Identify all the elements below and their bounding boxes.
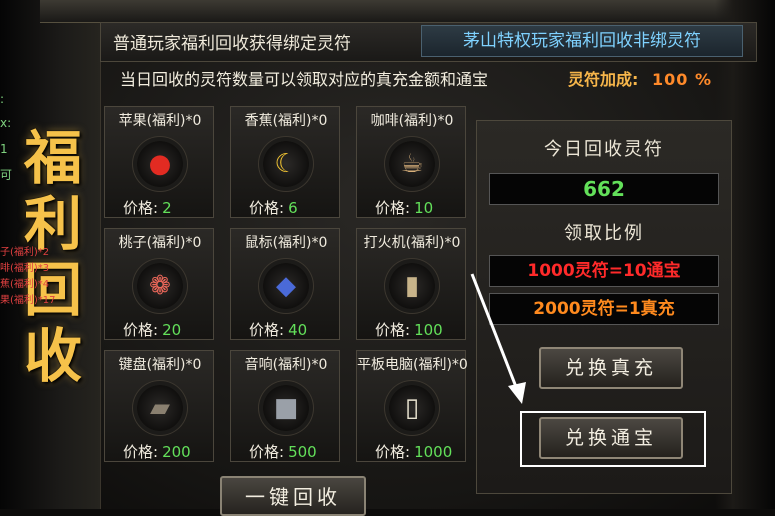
recycle-log: 子(福利)*2 啡(福利)*3 蕉(福利)*4 果(福利)*17 (0, 245, 80, 309)
item-name: 音响(福利)*0 (244, 357, 328, 373)
bonus-value: 100 % (652, 70, 712, 89)
banana-icon: ☾ (263, 141, 309, 187)
item-slot-peach[interactable]: 桃子(福利)*0 ❁ 价格: 20 (104, 228, 214, 340)
coffee-icon: ☕ (389, 141, 435, 187)
item-price: 价格: 2 (123, 199, 172, 217)
side-stat-1: : (0, 92, 5, 106)
item-slot-speaker[interactable]: 音响(福利)*0 ■ 价格: 500 (230, 350, 340, 462)
tablet-icon: ▯ (389, 385, 435, 431)
mouse-icon: ◆ (263, 263, 309, 309)
item-price: 价格: 10 (375, 199, 434, 217)
apple-icon: ● (137, 141, 183, 187)
one-click-recycle-button[interactable]: 一键回收 (220, 476, 366, 516)
item-name: 打火机(福利)*0 (363, 235, 461, 251)
item-name: 苹果(福利)*0 (118, 113, 202, 129)
item-name: 键盘(福利)*0 (118, 357, 202, 373)
exchange-ratio-heading: 领取比例 (564, 223, 644, 244)
item-name: 鼠标(福利)*0 (244, 235, 328, 251)
keyboard-icon: ▰ (137, 385, 183, 431)
item-grid: 苹果(福利)*0 ● 价格: 2 香蕉(福利)*0 ☾ 价格: 6 咖啡(福利)*0… (104, 106, 470, 464)
item-name: 咖啡(福利)*0 (370, 113, 454, 129)
notice-text: 当日回收的灵符数量可以领取对应的真充金额和通宝 (120, 70, 489, 89)
pointer-arrow-icon (470, 273, 526, 404)
item-name: 桃子(福利)*0 (118, 235, 202, 251)
speaker-icon: ■ (263, 385, 309, 431)
item-name: 平板电脑(福利)*0 (357, 357, 468, 373)
log-line: 果(福利)*17 (0, 295, 56, 306)
item-price: 价格: 100 (375, 321, 443, 339)
log-line: 啡(福利)*3 (0, 263, 50, 274)
item-price: 价格: 20 (123, 321, 182, 339)
lighter-icon: ▮ (389, 263, 435, 309)
item-price: 价格: 200 (123, 443, 191, 461)
top-border-decoration (40, 0, 775, 23)
item-price: 价格: 40 (249, 321, 308, 339)
item-slot-mouse[interactable]: 鼠标(福利)*0 ◆ 价格: 40 (230, 228, 340, 340)
title-char: 收 (23, 322, 82, 390)
item-slot-banana[interactable]: 香蕉(福利)*0 ☾ 价格: 6 (230, 106, 340, 218)
bonus-label: 灵符加成: (568, 70, 639, 89)
tab-normal-player[interactable]: 普通玩家福利回收获得绑定灵符 (113, 29, 351, 54)
item-slot-lighter[interactable]: 打火机(福利)*0 ▮ 价格: 100 (356, 228, 466, 340)
tab-bar: 普通玩家福利回收获得绑定灵符 茅山特权玩家福利回收非绑灵符 (100, 22, 757, 62)
today-recycled-heading: 今日回收灵符 (544, 139, 664, 160)
tab-privileged-player[interactable]: 茅山特权玩家福利回收非绑灵符 (421, 25, 743, 57)
title-char: 福 (23, 124, 82, 192)
log-line: 子(福利)*2 (0, 247, 50, 258)
exchange-real-button[interactable]: 兑换真充 (539, 347, 683, 389)
highlight-box (520, 411, 706, 467)
item-slot-keyboard[interactable]: 键盘(福利)*0 ▰ 价格: 200 (104, 350, 214, 462)
item-price: 价格: 6 (249, 199, 298, 217)
item-slot-coffee[interactable]: 咖啡(福利)*0 ☕ 价格: 10 (356, 106, 466, 218)
item-slot-apple[interactable]: 苹果(福利)*0 ● 价格: 2 (104, 106, 214, 218)
notice-bar: 当日回收的灵符数量可以领取对应的真充金额和通宝 灵符加成: 100 % (120, 64, 720, 96)
item-name: 香蕉(福利)*0 (244, 113, 328, 129)
today-recycled-value: 662 (489, 173, 719, 205)
log-line: 蕉(福利)*4 (0, 279, 50, 290)
peach-icon: ❁ (137, 263, 183, 309)
item-slot-tablet[interactable]: 平板电脑(福利)*0 ▯ 价格: 1000 (356, 350, 468, 462)
item-price: 价格: 1000 (375, 443, 453, 461)
item-price: 价格: 500 (249, 443, 317, 461)
